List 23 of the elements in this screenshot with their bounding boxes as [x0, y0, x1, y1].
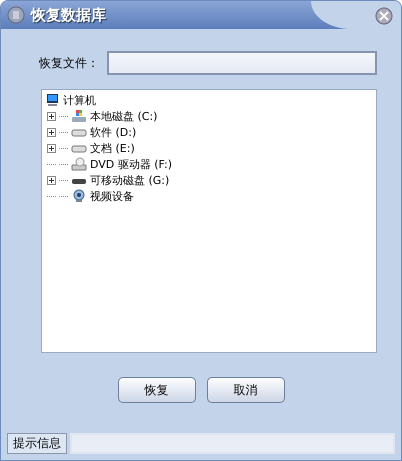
restore-button[interactable]: 恢复: [118, 377, 196, 403]
tree-item[interactable]: 本地磁盘 (C:): [90, 108, 158, 124]
app-icon: [7, 6, 25, 24]
dvd-drive-icon: [71, 157, 87, 171]
windows-drive-icon: [71, 109, 87, 123]
tree-item[interactable]: 软件 (D:): [90, 124, 136, 140]
file-label: 恢复文件：: [39, 54, 100, 72]
computer-icon: [44, 93, 60, 107]
expand-icon[interactable]: [47, 144, 56, 152]
window-title: 恢复数据库: [31, 6, 106, 24]
tree-item[interactable]: 文档 (E:): [90, 140, 135, 156]
cancel-button[interactable]: 取消: [206, 377, 284, 403]
expand-icon[interactable]: [47, 128, 56, 136]
tree-item[interactable]: 可移动磁盘 (G:): [90, 172, 170, 188]
expand-icon[interactable]: [47, 176, 56, 184]
tree-item[interactable]: 视频设备: [90, 188, 134, 204]
tree-item[interactable]: 计算机: [63, 92, 96, 108]
webcam-icon: [71, 189, 87, 203]
expand-icon[interactable]: [47, 112, 56, 120]
status-label: 提示信息: [7, 433, 67, 454]
close-icon[interactable]: [375, 7, 393, 25]
file-input[interactable]: [107, 51, 377, 75]
tree-item[interactable]: DVD 驱动器 (F:): [90, 156, 172, 172]
